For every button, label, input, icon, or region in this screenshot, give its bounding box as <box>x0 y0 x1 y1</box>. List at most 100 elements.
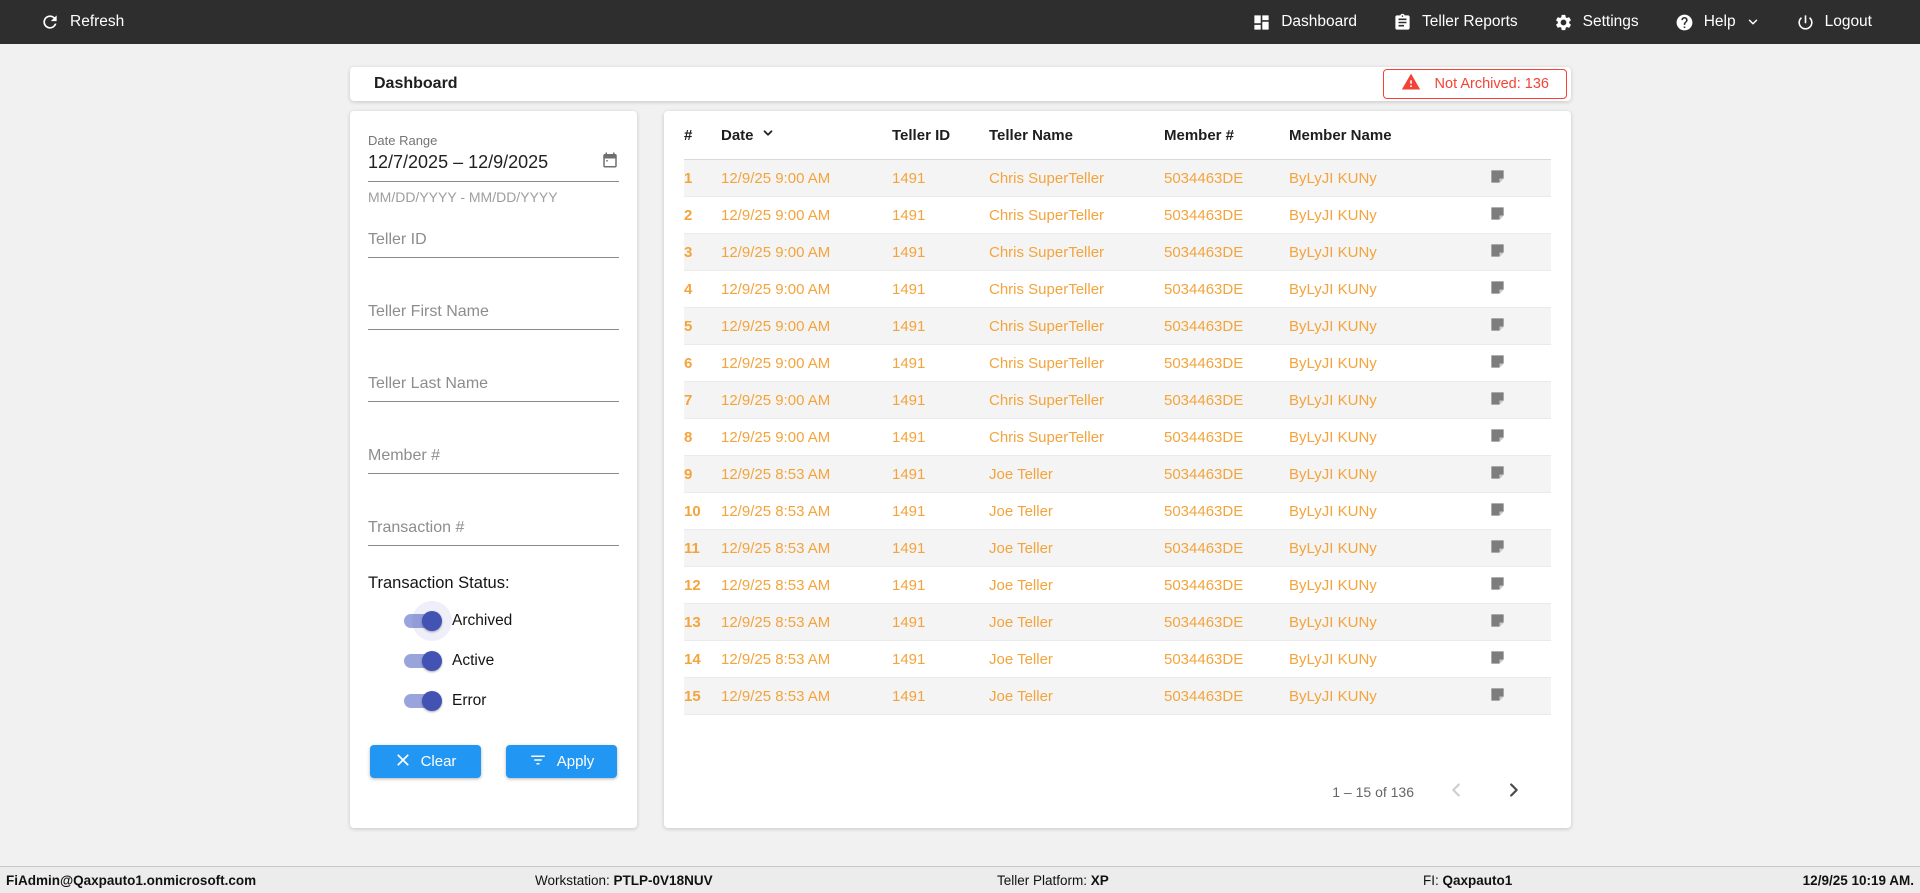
nav-dashboard[interactable]: Dashboard <box>1252 13 1357 32</box>
row-member-name: ByLyJI KUNy <box>1289 244 1489 261</box>
active-toggle-label: Active <box>452 652 494 670</box>
table-row[interactable]: 13 12/9/25 8:53 AM 1491 Joe Teller 50344… <box>684 604 1551 641</box>
clear-button[interactable]: Clear <box>370 745 481 778</box>
note-icon[interactable] <box>1489 612 1506 633</box>
col-number: # <box>684 127 721 144</box>
prev-page-button[interactable] <box>1444 777 1470 806</box>
row-date: 12/9/25 9:00 AM <box>721 281 892 298</box>
row-teller-name: Chris SuperTeller <box>989 318 1164 335</box>
teller-last-name-input[interactable] <box>368 367 619 402</box>
note-icon[interactable] <box>1489 168 1506 189</box>
date-range-input[interactable] <box>368 152 578 173</box>
nav-teller-reports-label: Teller Reports <box>1422 13 1518 31</box>
row-teller-name: Joe Teller <box>989 540 1164 557</box>
row-date: 12/9/25 9:00 AM <box>721 207 892 224</box>
row-member-name: ByLyJI KUNy <box>1289 688 1489 705</box>
table-row[interactable]: 10 12/9/25 8:53 AM 1491 Joe Teller 50344… <box>684 493 1551 530</box>
apply-button[interactable]: Apply <box>506 745 617 778</box>
row-member-num: 5034463DE <box>1164 614 1289 631</box>
row-number: 8 <box>684 429 721 446</box>
table-row[interactable]: 8 12/9/25 9:00 AM 1491 Chris SuperTeller… <box>684 419 1551 456</box>
nav-dashboard-label: Dashboard <box>1281 13 1357 31</box>
table-row[interactable]: 5 12/9/25 9:00 AM 1491 Chris SuperTeller… <box>684 308 1551 345</box>
note-icon[interactable] <box>1489 686 1506 707</box>
row-teller-name: Joe Teller <box>989 614 1164 631</box>
table-row[interactable]: 4 12/9/25 9:00 AM 1491 Chris SuperTeller… <box>684 271 1551 308</box>
fi-info: FI: Qaxpauto1 <box>1423 873 1512 888</box>
date-range-label: Date Range <box>368 133 619 148</box>
row-member-name: ByLyJI KUNy <box>1289 651 1489 668</box>
chevron-right-icon <box>1502 779 1524 804</box>
table-row[interactable]: 14 12/9/25 8:53 AM 1491 Joe Teller 50344… <box>684 641 1551 678</box>
pagination-range-label: 1 – 15 of 136 <box>1332 784 1414 800</box>
table-row[interactable]: 6 12/9/25 9:00 AM 1491 Chris SuperTeller… <box>684 345 1551 382</box>
row-teller-name: Chris SuperTeller <box>989 170 1164 187</box>
table-row[interactable]: 9 12/9/25 8:53 AM 1491 Joe Teller 503446… <box>684 456 1551 493</box>
row-teller-name: Joe Teller <box>989 688 1164 705</box>
note-icon[interactable] <box>1489 427 1506 448</box>
note-icon[interactable] <box>1489 464 1506 485</box>
row-member-num: 5034463DE <box>1164 244 1289 261</box>
calendar-icon[interactable] <box>601 151 619 174</box>
row-number: 5 <box>684 318 721 335</box>
nav-help[interactable]: Help <box>1675 13 1760 32</box>
note-icon[interactable] <box>1489 353 1506 374</box>
archived-toggle[interactable] <box>404 614 439 628</box>
note-icon[interactable] <box>1489 649 1506 670</box>
row-member-name: ByLyJI KUNy <box>1289 170 1489 187</box>
table-row[interactable]: 15 12/9/25 8:53 AM 1491 Joe Teller 50344… <box>684 678 1551 715</box>
note-icon[interactable] <box>1489 390 1506 411</box>
nav-settings-label: Settings <box>1583 13 1639 31</box>
row-member-name: ByLyJI KUNy <box>1289 540 1489 557</box>
workstation-value: PTLP-0V18NUV <box>614 873 713 888</box>
page-header: Dashboard Not Archived: 136 <box>350 67 1571 101</box>
toggle-active: Active <box>404 649 619 673</box>
transactions-table: # Date Teller ID Teller Name Member # Me… <box>664 111 1571 828</box>
teller-platform-info: Teller Platform: XP <box>997 873 1109 888</box>
member-number-input[interactable] <box>368 439 619 474</box>
table-body: 1 12/9/25 9:00 AM 1491 Chris SuperTeller… <box>684 160 1551 715</box>
note-icon[interactable] <box>1489 575 1506 596</box>
not-archived-badge[interactable]: Not Archived: 136 <box>1383 69 1567 99</box>
row-teller-name: Chris SuperTeller <box>989 244 1164 261</box>
note-icon[interactable] <box>1489 501 1506 522</box>
note-icon[interactable] <box>1489 205 1506 226</box>
nav-settings[interactable]: Settings <box>1554 13 1639 32</box>
teller-id-input[interactable] <box>368 223 619 258</box>
table-row[interactable]: 1 12/9/25 9:00 AM 1491 Chris SuperTeller… <box>684 160 1551 197</box>
table-row[interactable]: 2 12/9/25 9:00 AM 1491 Chris SuperTeller… <box>684 197 1551 234</box>
note-icon[interactable] <box>1489 316 1506 337</box>
close-icon <box>395 752 411 772</box>
row-date: 12/9/25 9:00 AM <box>721 170 892 187</box>
error-toggle[interactable] <box>404 694 439 708</box>
row-member-num: 5034463DE <box>1164 207 1289 224</box>
nav-help-label: Help <box>1704 13 1736 31</box>
row-teller-id: 1491 <box>892 540 989 557</box>
row-teller-name: Chris SuperTeller <box>989 281 1164 298</box>
table-row[interactable]: 3 12/9/25 9:00 AM 1491 Chris SuperTeller… <box>684 234 1551 271</box>
row-number: 7 <box>684 392 721 409</box>
refresh-icon <box>40 12 60 32</box>
note-icon[interactable] <box>1489 538 1506 559</box>
col-date[interactable]: Date <box>721 126 892 144</box>
transaction-number-input[interactable] <box>368 511 619 546</box>
row-member-name: ByLyJI KUNy <box>1289 355 1489 372</box>
row-date: 12/9/25 9:00 AM <box>721 429 892 446</box>
next-page-button[interactable] <box>1500 777 1526 806</box>
row-member-num: 5034463DE <box>1164 651 1289 668</box>
note-icon[interactable] <box>1489 242 1506 263</box>
row-number: 10 <box>684 503 721 520</box>
table-row[interactable]: 12 12/9/25 8:53 AM 1491 Joe Teller 50344… <box>684 567 1551 604</box>
nav-teller-reports[interactable]: Teller Reports <box>1393 13 1518 32</box>
active-toggle[interactable] <box>404 654 439 668</box>
row-teller-id: 1491 <box>892 170 989 187</box>
refresh-button[interactable]: Refresh <box>40 12 124 32</box>
teller-first-name-input[interactable] <box>368 295 619 330</box>
row-number: 14 <box>684 651 721 668</box>
nav-logout[interactable]: Logout <box>1796 13 1872 32</box>
note-icon[interactable] <box>1489 279 1506 300</box>
table-row[interactable]: 7 12/9/25 9:00 AM 1491 Chris SuperTeller… <box>684 382 1551 419</box>
row-date: 12/9/25 8:53 AM <box>721 688 892 705</box>
table-row[interactable]: 11 12/9/25 8:53 AM 1491 Joe Teller 50344… <box>684 530 1551 567</box>
sort-desc-icon <box>761 126 775 144</box>
